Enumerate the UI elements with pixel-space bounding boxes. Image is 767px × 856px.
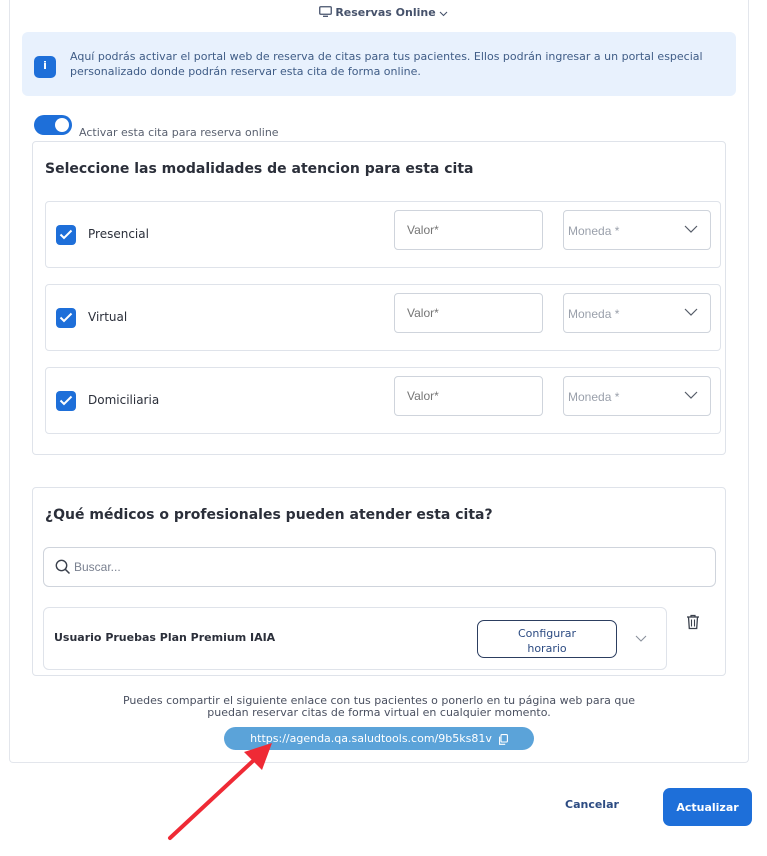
chevron-down-icon	[684, 308, 698, 316]
update-button[interactable]: Actualizar	[663, 788, 752, 826]
section-title: Reservas Online	[335, 6, 436, 19]
online-booking-toggle[interactable]	[34, 115, 72, 135]
toggle-label: Activar esta cita para reserva online	[79, 126, 279, 139]
moneda-placeholder: Moneda *	[568, 224, 620, 238]
moneda-select[interactable]: Moneda *	[563, 376, 711, 416]
expand-chevron-icon[interactable]	[635, 635, 647, 642]
modality-row-domiciliaria: Domiciliaria Moneda *	[45, 367, 721, 434]
modalities-title: Seleccione las modalidades de atencion p…	[45, 161, 474, 177]
info-text: Aquí podrás activar el portal web de res…	[70, 50, 703, 78]
modality-row-virtual: Virtual Moneda *	[45, 284, 721, 351]
booking-link[interactable]: https://agenda.qa.saludtools.com/9b5ks81…	[224, 727, 534, 750]
monitor-icon	[319, 6, 333, 20]
valor-input[interactable]	[394, 376, 543, 416]
domiciliaria-checkbox[interactable]	[56, 391, 76, 411]
share-instructions: Puedes compartir el siguiente enlace con…	[90, 695, 668, 719]
moneda-select[interactable]: Moneda *	[563, 293, 711, 333]
chevron-down-icon	[684, 391, 698, 399]
valor-input[interactable]	[394, 210, 543, 250]
toggle-knob	[55, 118, 69, 132]
search-input[interactable]	[74, 557, 674, 577]
moneda-select[interactable]: Moneda *	[563, 210, 711, 250]
modality-label: Presencial	[88, 227, 149, 241]
doctor-row: Usuario Pruebas Plan Premium IAIA Config…	[43, 607, 667, 670]
search-icon	[55, 559, 71, 575]
copy-icon[interactable]	[498, 733, 508, 745]
doctor-name: Usuario Pruebas Plan Premium IAIA	[54, 631, 276, 644]
doctor-search[interactable]	[43, 547, 716, 587]
button-label-line1: Configurar	[517, 626, 577, 640]
info-banner: Aquí podrás activar el portal web de res…	[22, 32, 736, 96]
info-icon	[34, 56, 56, 78]
configure-schedule-button[interactable]: Configurar horario	[477, 620, 617, 658]
virtual-checkbox[interactable]	[56, 308, 76, 328]
valor-input[interactable]	[394, 293, 543, 333]
moneda-placeholder: Moneda *	[568, 307, 620, 321]
modality-label: Virtual	[88, 310, 128, 324]
button-label-line2: horario	[527, 641, 567, 655]
modality-row-presencial: Presencial Moneda *	[45, 201, 721, 268]
section-header[interactable]: Reservas Online	[0, 6, 767, 20]
trash-icon[interactable]	[686, 614, 700, 630]
cancel-button[interactable]: Cancelar	[565, 798, 619, 811]
doctors-title: ¿Qué médicos o profesionales pueden aten…	[45, 507, 493, 523]
booking-link-text: https://agenda.qa.saludtools.com/9b5ks81…	[250, 732, 492, 745]
share-text-line2: puedan reservar citas de forma virtual e…	[207, 706, 551, 719]
modality-label: Domiciliaria	[88, 393, 160, 407]
chevron-down-icon	[439, 7, 448, 20]
moneda-placeholder: Moneda *	[568, 390, 620, 404]
presencial-checkbox[interactable]	[56, 225, 76, 245]
chevron-down-icon	[684, 225, 698, 233]
